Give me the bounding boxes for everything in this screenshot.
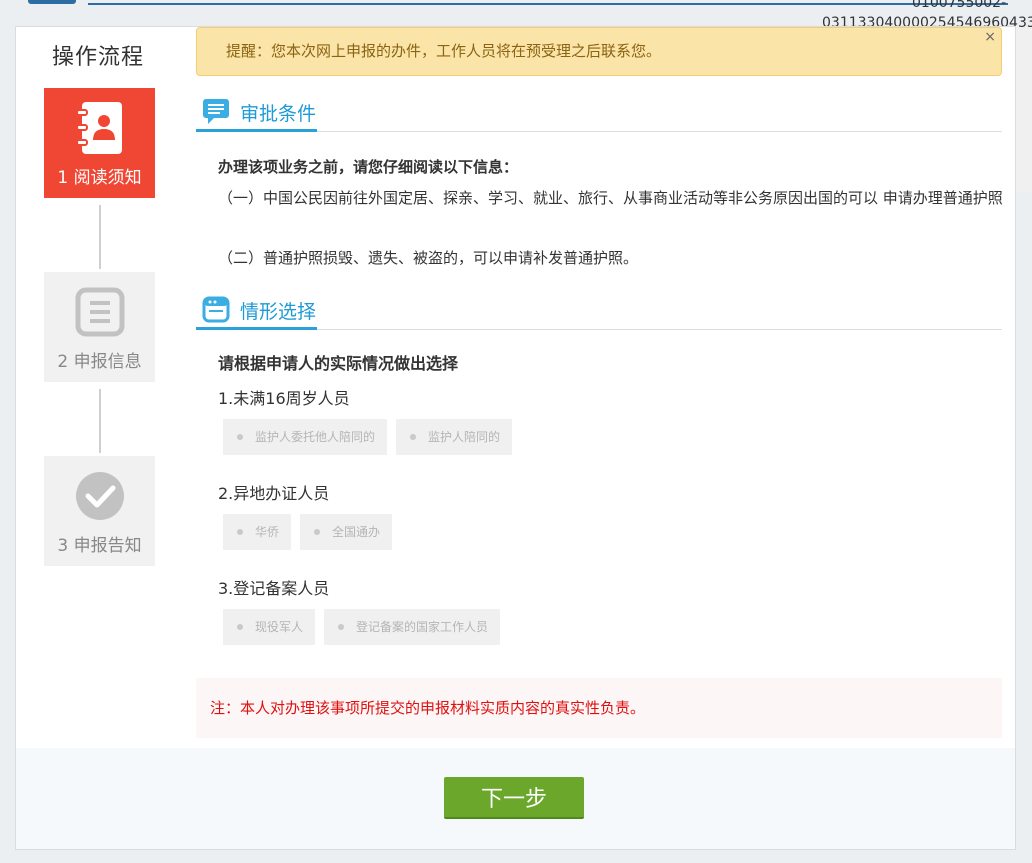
form-list-icon [75, 287, 125, 337]
section-title: 审批条件 [240, 103, 317, 125]
section-underline [196, 129, 317, 132]
step-label: 2 申报信息 [57, 352, 142, 372]
situations-prompt: 请根据申请人的实际情况做出选择 [218, 354, 459, 373]
step-connector [99, 389, 101, 453]
section-title: 情形选择 [240, 301, 317, 323]
situation-group-title: 1.未满16周岁人员 [218, 389, 350, 408]
process-title: 操作流程 [52, 45, 145, 70]
close-icon[interactable]: × [984, 14, 996, 61]
next-step-button[interactable]: 下一步 [444, 777, 584, 819]
application-dialog: 操作流程 1 阅读须知 2 申报信息 3 申报告知 提醒：您本次网上申报的办件，… [15, 26, 1016, 850]
situation-option[interactable]: 全国通办 [300, 514, 393, 550]
section-header-situations: 情形选择 [196, 293, 1002, 330]
step-label: 1 阅读须知 [57, 168, 142, 188]
check-circle-icon [76, 472, 124, 520]
background-panel-edge [1016, 26, 1032, 192]
window-icon [202, 296, 230, 323]
conditions-intro: 办理该项业务之前，请您仔细阅读以下信息： [218, 158, 519, 176]
dialog-footer: 下一步 [16, 748, 1015, 849]
reminder-text: 提醒：您本次网上申报的办件，工作人员将在预受理之后联系您。 [226, 42, 662, 60]
situation-option[interactable]: 登记备案的国家工作人员 [324, 609, 501, 645]
step-connector [99, 205, 101, 269]
section-header-conditions: 审批条件 [196, 95, 1002, 132]
step-submit-notice[interactable]: 3 申报告知 [44, 456, 155, 566]
step-read-notice[interactable]: 1 阅读须知 [44, 88, 155, 198]
condition-item: （二）普通护照损毁、遗失、被盗的，可以申请补发普通护照。 [218, 249, 639, 267]
situation-group-title: 2.异地办证人员 [218, 484, 330, 503]
contact-book-icon [76, 102, 122, 154]
condition-item: （一）中国公民因前往外国定居、探亲、学习、就业、旅行、从事商业活动等非公务原因出… [218, 189, 1003, 207]
situation-option[interactable]: 华侨 [223, 514, 292, 550]
situation-option[interactable]: 现役军人 [223, 609, 316, 645]
message-icon [203, 99, 229, 124]
step-fill-info[interactable]: 2 申报信息 [44, 272, 155, 382]
situation-group-title: 3.登记备案人员 [218, 579, 330, 598]
record-code-line-1: 0100755002- [912, 0, 1007, 11]
section-underline [196, 327, 317, 330]
top-divider [88, 3, 1008, 5]
situation-option[interactable]: 监护人陪同的 [396, 419, 513, 455]
disclaimer-note: 注：本人对办理该事项所提交的申报材料实质内容的真实性负责。 [196, 678, 1002, 738]
top-tab-marker [28, 0, 76, 4]
situation-option[interactable]: 监护人委托他人陪同的 [223, 419, 388, 455]
step-label: 3 申报告知 [57, 536, 142, 556]
reminder-alert: 提醒：您本次网上申报的办件，工作人员将在预受理之后联系您。 × [196, 27, 1002, 76]
